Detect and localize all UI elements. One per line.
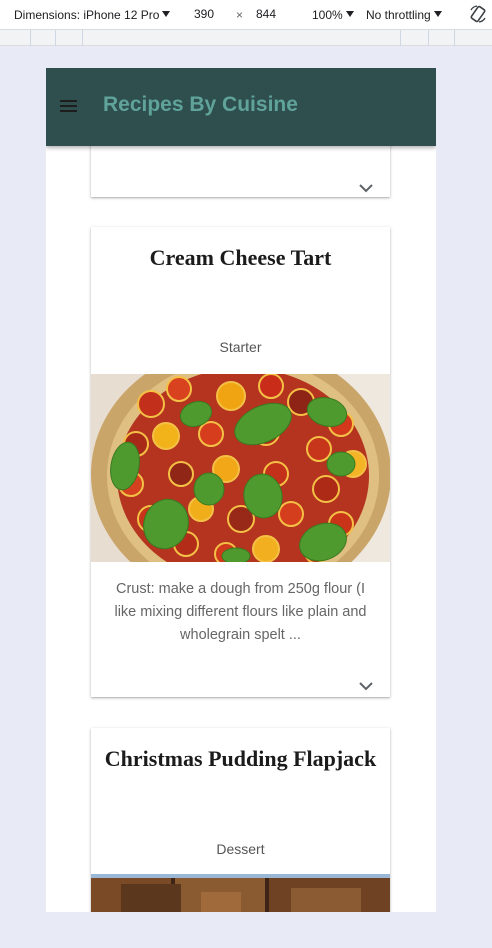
chevron-down-icon[interactable]: [358, 182, 374, 194]
app-bar: Recipes By Cuisine: [46, 68, 436, 146]
times-sign: ×: [236, 8, 244, 22]
menu-icon[interactable]: [58, 95, 82, 119]
recipe-image: [91, 874, 390, 912]
recipe-title: Christmas Pudding Flapjack: [104, 746, 377, 771]
width-input[interactable]: [184, 4, 224, 24]
media-query-ruler: [0, 30, 492, 46]
chevron-down-icon[interactable]: [358, 680, 374, 692]
app-title: Recipes By Cuisine: [103, 93, 298, 116]
throttle-select[interactable]: No throttling: [366, 8, 442, 22]
ruler-tick: [454, 30, 455, 46]
zoom-label: 100%: [312, 8, 343, 22]
dimensions-label: Dimensions: iPhone 12 Pro: [14, 8, 160, 22]
zoom-select[interactable]: 100%: [312, 8, 354, 22]
throttle-caret-icon: [433, 11, 442, 17]
ruler-tick: [55, 30, 56, 46]
height-input[interactable]: [246, 4, 286, 24]
recipe-card[interactable]: Christmas Pudding Flapjack Dessert: [91, 728, 390, 912]
ruler-tick: [400, 30, 401, 46]
ruler-tick: [428, 30, 429, 46]
recipe-category: Starter: [219, 339, 262, 355]
recipe-card[interactable]: Cream Cheese Tart Starter Crust: make a …: [91, 227, 390, 697]
device-toolbar: Dimensions: iPhone 12 Pro × 100% No thro…: [0, 0, 492, 30]
recipe-category: Dessert: [216, 841, 265, 857]
throttle-label: No throttling: [366, 8, 431, 22]
device-viewport: Recipes By Cuisine Cream Cheese Tart Sta…: [46, 68, 436, 912]
dimensions-select[interactable]: Dimensions: iPhone 12 Pro: [14, 8, 171, 22]
ruler-tick: [30, 30, 31, 46]
recipe-title: Cream Cheese Tart: [149, 245, 332, 270]
ruler-tick: [82, 30, 83, 46]
zoom-caret-icon: [345, 11, 354, 17]
recipe-image: [91, 374, 390, 562]
rotate-icon[interactable]: [468, 4, 488, 24]
recipe-description: Crust: make a dough from 250g flour (I l…: [114, 581, 367, 643]
dimensions-caret-icon: [162, 11, 171, 17]
